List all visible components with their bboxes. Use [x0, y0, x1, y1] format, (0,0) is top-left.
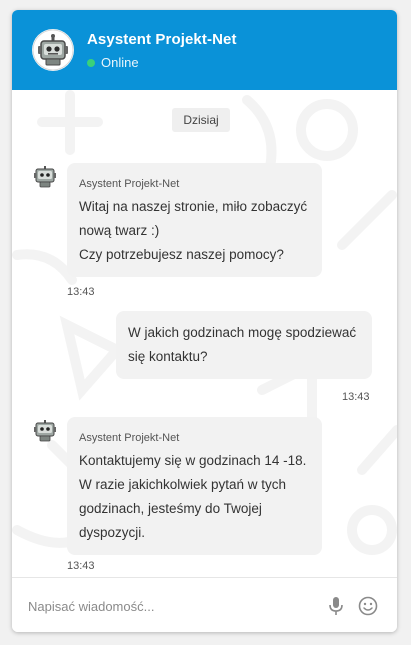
chat-title: Asystent Projekt-Net	[87, 31, 237, 48]
message-line: się kontaktu?	[128, 349, 208, 364]
bot-message-bubble: Asystent Projekt-Net Kontaktujemy się w …	[67, 417, 322, 555]
message-line: W jakich godzinach mogę spodziewać	[128, 325, 357, 340]
message-time: 13:43	[342, 391, 370, 403]
online-status-text: Online	[101, 55, 139, 70]
message-line: dyspozycji.	[79, 525, 146, 540]
bot-avatar-icon	[34, 420, 56, 442]
message-input[interactable]	[26, 592, 320, 620]
emoji-icon[interactable]	[357, 595, 379, 617]
microphone-icon[interactable]	[325, 595, 347, 617]
message-composer	[12, 577, 397, 632]
message-line: nową twarz :)	[79, 223, 160, 238]
chat-widget: Asystent Projekt-Net Online Dzisiaj Asys…	[12, 10, 397, 632]
message-line: Kontaktujemy się w godzinach 14 -18.	[79, 453, 307, 468]
bot-avatar-icon	[34, 166, 56, 188]
message-time: 13:43	[67, 286, 95, 298]
message-line: Witaj na naszej stronie, miło zobaczyć	[79, 199, 308, 214]
message-line: godzinach, jesteśmy do Twojej	[79, 501, 262, 516]
bot-message-bubble: Asystent Projekt-Net Witaj na naszej str…	[67, 163, 322, 277]
date-divider: Dzisiaj	[172, 108, 230, 132]
assistant-avatar	[32, 29, 74, 71]
online-status-dot	[87, 59, 95, 67]
message-line: Czy potrzebujesz naszej pomocy?	[79, 247, 284, 262]
robot-icon	[32, 29, 74, 71]
message-area[interactable]: Dzisiaj Asystent Projekt-Net Witaj na na…	[12, 90, 397, 577]
chat-header: Asystent Projekt-Net Online	[12, 10, 397, 90]
message-sender: Asystent Projekt-Net	[79, 432, 180, 444]
message-sender: Asystent Projekt-Net	[79, 178, 180, 190]
message-line: W razie jakichkolwiek pytań w tych	[79, 477, 287, 492]
user-message-bubble: W jakich godzinach mogę spodziewać się k…	[116, 311, 372, 379]
message-time: 13:43	[67, 560, 95, 572]
